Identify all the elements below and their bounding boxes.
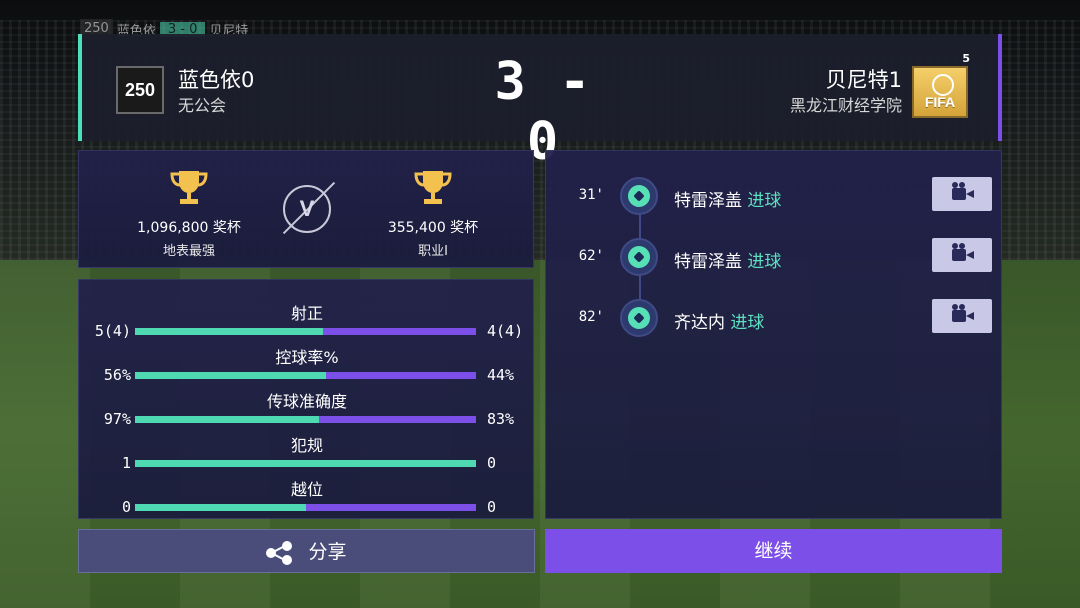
football-icon bbox=[620, 299, 658, 337]
event-player: 特雷泽盖 bbox=[674, 191, 742, 211]
football-icon bbox=[620, 177, 658, 215]
continue-button-label: 继续 bbox=[754, 540, 793, 562]
trophy-panel: 1,096,800 奖杯 地表最强 V 355,400 奖杯 职业I bbox=[78, 150, 534, 268]
stat-bar-home-fill bbox=[135, 504, 306, 511]
stat-label: 犯规 bbox=[290, 436, 323, 455]
event-type: 进球 bbox=[730, 313, 765, 333]
fifa-badge-icon: FIFA bbox=[912, 66, 968, 118]
away-division: 职业I bbox=[418, 244, 448, 259]
away-trophy-block: 355,400 奖杯 职业I bbox=[353, 167, 513, 259]
event-player: 特雷泽盖 bbox=[674, 252, 742, 272]
football-icon bbox=[620, 238, 658, 276]
share-button[interactable]: 分享 bbox=[78, 529, 535, 573]
event-row: 82' 齐达内 进球 bbox=[546, 295, 1003, 343]
match-stats-panel: 射正 5(4) 4(4) 控球率% 56% 44% 传球准确度 97% 83% … bbox=[78, 279, 534, 519]
stat-row: 犯规 1 0 bbox=[79, 432, 535, 476]
away-club-name: 黑龙江财经学院 bbox=[789, 96, 902, 115]
fifa-badge-text: FIFA bbox=[924, 94, 956, 110]
away-trophy-count: 355,400 奖杯 bbox=[387, 220, 479, 236]
stat-bar bbox=[135, 504, 476, 511]
stat-bar-home-fill bbox=[135, 416, 320, 423]
stat-bar-home-fill bbox=[135, 372, 326, 379]
event-type: 进球 bbox=[747, 252, 782, 272]
stat-row: 传球准确度 97% 83% bbox=[79, 388, 535, 432]
trophy-icon bbox=[411, 167, 455, 207]
away-player-name: 贝尼特1 bbox=[825, 68, 902, 92]
stat-label: 射正 bbox=[290, 304, 323, 323]
event-minute: 82' bbox=[578, 309, 604, 325]
replay-camera-button[interactable] bbox=[932, 299, 992, 333]
event-type: 进球 bbox=[747, 191, 782, 211]
continue-button[interactable]: 继续 bbox=[545, 529, 1002, 573]
share-button-label: 分享 bbox=[308, 541, 347, 563]
stat-row: 控球率% 56% 44% bbox=[79, 344, 535, 388]
stat-bar-home-fill bbox=[135, 328, 323, 335]
share-icon bbox=[266, 540, 296, 565]
stat-home-value: 5(4) bbox=[94, 322, 131, 340]
event-row: 31' 特雷泽盖 进球 bbox=[546, 173, 1003, 221]
event-description: 特雷泽盖 进球 bbox=[674, 247, 781, 272]
stat-label: 控球率% bbox=[275, 348, 339, 367]
event-minute: 31' bbox=[578, 187, 604, 203]
stat-label: 越位 bbox=[290, 480, 323, 499]
away-fifa-badge: 5 FIFA bbox=[908, 52, 972, 118]
stat-home-value: 1 bbox=[121, 454, 131, 472]
stat-home-value: 0 bbox=[121, 498, 131, 516]
vs-icon: V bbox=[283, 185, 331, 233]
match-header: 250 蓝色依0 无公会 3 - 0 贝尼特1 黑龙江财经学院 5 FIFA bbox=[78, 34, 1002, 172]
away-badge-level: 5 bbox=[962, 52, 970, 65]
home-division: 地表最强 bbox=[162, 244, 215, 259]
match-events-panel: 31' 特雷泽盖 进球 62' 特雷泽盖 进球 82' 齐达内 进球 bbox=[545, 150, 1002, 519]
stat-away-value: 0 bbox=[487, 454, 497, 472]
stat-row: 越位 0 0 bbox=[79, 476, 535, 520]
stat-away-value: 44% bbox=[487, 366, 515, 384]
event-description: 特雷泽盖 进球 bbox=[674, 186, 781, 211]
stat-bar-home-fill bbox=[135, 460, 476, 467]
stat-away-value: 83% bbox=[487, 410, 515, 428]
stat-row: 射正 5(4) 4(4) bbox=[79, 300, 535, 344]
replay-camera-button[interactable] bbox=[932, 177, 992, 211]
home-player-name: 蓝色依0 bbox=[178, 68, 255, 92]
replay-camera-button[interactable] bbox=[932, 238, 992, 272]
stat-label: 传球准确度 bbox=[266, 392, 347, 411]
event-row: 62' 特雷泽盖 进球 bbox=[546, 234, 1003, 282]
stat-bar bbox=[135, 460, 476, 467]
stat-home-value: 56% bbox=[103, 366, 131, 384]
stat-home-value: 97% bbox=[103, 410, 131, 428]
stat-bar bbox=[135, 372, 476, 379]
event-description: 齐达内 进球 bbox=[674, 308, 764, 333]
home-trophy-block: 1,096,800 奖杯 地表最强 bbox=[109, 167, 269, 259]
event-minute: 62' bbox=[578, 248, 604, 264]
home-trophy-count: 1,096,800 奖杯 bbox=[137, 220, 241, 236]
event-player: 齐达内 bbox=[674, 313, 725, 333]
stat-bar bbox=[135, 328, 476, 335]
stat-away-value: 0 bbox=[487, 498, 497, 516]
home-rating-badge: 250 bbox=[116, 66, 164, 114]
stat-away-value: 4(4) bbox=[487, 322, 524, 340]
trophy-icon bbox=[167, 167, 211, 207]
stat-bar bbox=[135, 416, 476, 423]
home-club-name: 无公会 bbox=[178, 96, 227, 115]
